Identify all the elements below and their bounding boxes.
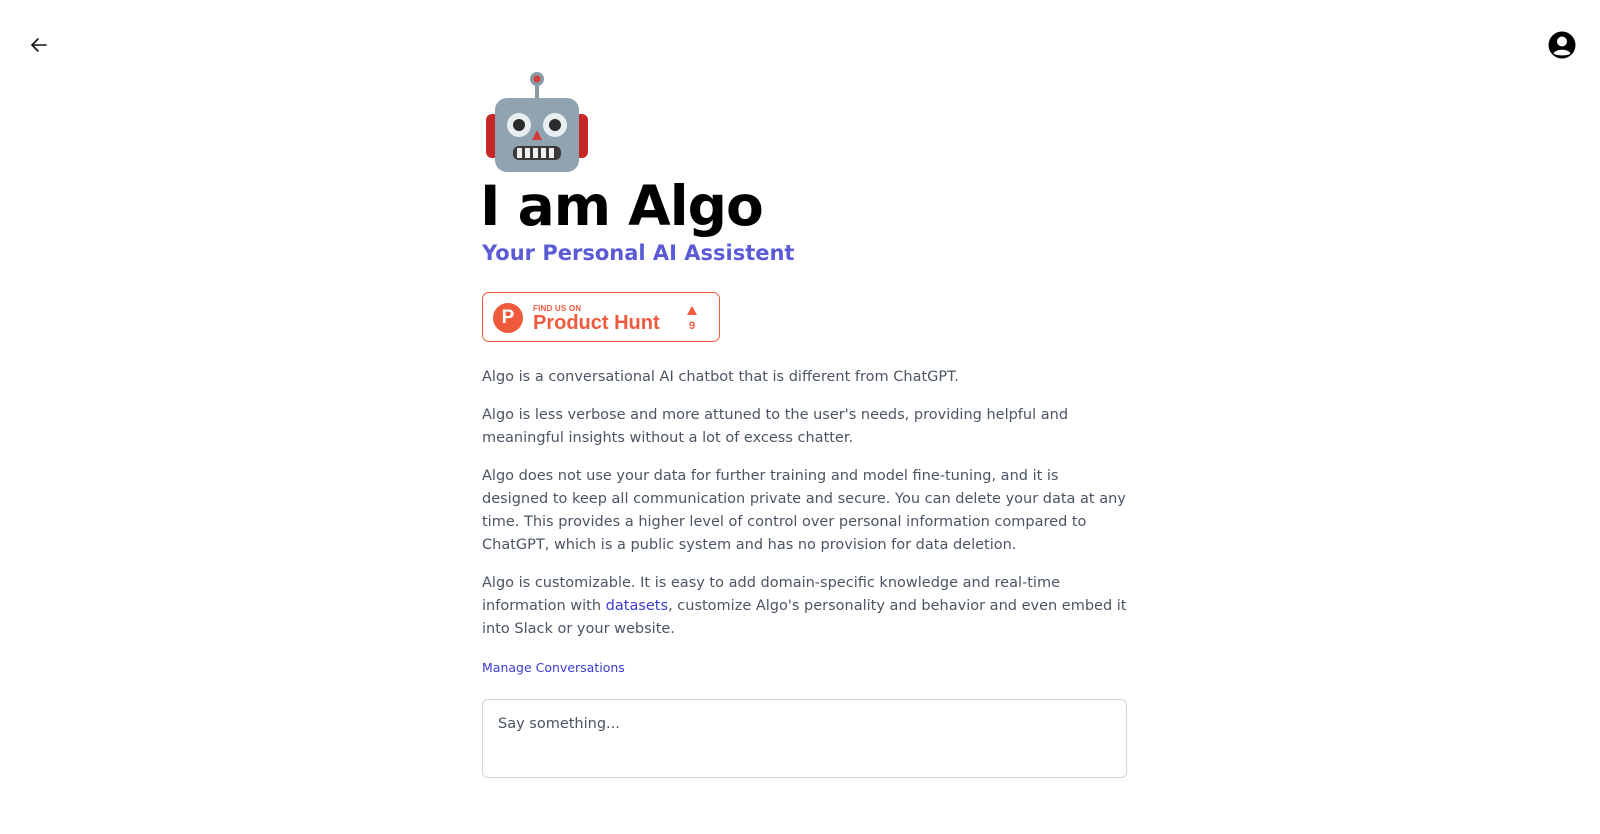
upvote-arrow-icon xyxy=(687,306,697,315)
product-hunt-label: Product Hunt xyxy=(533,312,660,334)
upvote-count: 9 xyxy=(688,320,696,332)
customization-paragraph: Algo is customizable. It is easy to add … xyxy=(482,572,1127,641)
verbosity-paragraph: Algo is less verbose and more attuned to… xyxy=(482,407,1069,446)
chat-input[interactable] xyxy=(482,699,1127,778)
user-circle-icon xyxy=(1548,31,1576,59)
arrow-left-icon xyxy=(31,38,47,52)
privacy-paragraph: Algo does not use your data for further … xyxy=(482,468,1126,553)
main-content: I am Algo Your Personal AI Assistent P F… xyxy=(480,70,1127,778)
page-title: I am Algo xyxy=(480,174,764,238)
product-hunt-logo-icon: P xyxy=(493,303,523,333)
datasets-link[interactable]: datasets xyxy=(606,598,668,614)
account-button[interactable] xyxy=(1548,31,1576,59)
robot-icon xyxy=(486,72,588,172)
product-hunt-badge[interactable]: P FIND US ON Product Hunt 9 xyxy=(482,292,720,342)
intro-paragraph: Algo is a conversational AI chatbot that… xyxy=(482,369,959,385)
back-button[interactable] xyxy=(28,34,50,56)
page-subtitle: Your Personal AI Assistent xyxy=(482,241,795,265)
manage-conversations-link[interactable]: Manage Conversations xyxy=(482,659,625,677)
